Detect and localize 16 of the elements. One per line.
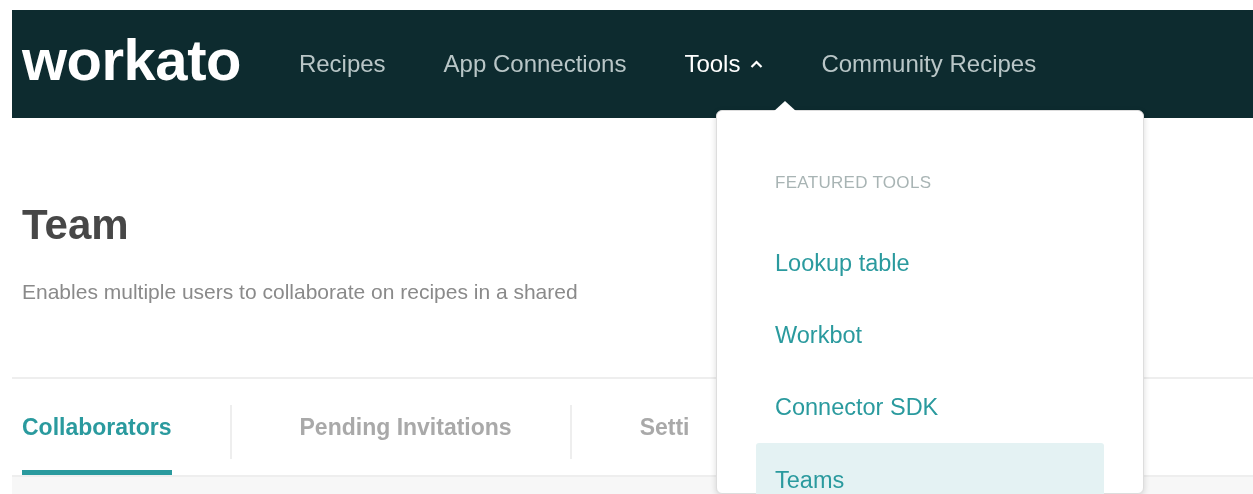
- menu-item[interactable]: Lookup table: [756, 227, 1104, 299]
- nav-link[interactable]: Tools: [684, 50, 764, 78]
- tab[interactable]: Setti: [629, 379, 690, 475]
- tab[interactable]: Collaborators: [12, 379, 172, 475]
- chevron-up-icon: [750, 60, 764, 68]
- menu-item[interactable]: Teams: [756, 443, 1104, 494]
- tab[interactable]: Pending Invitations: [289, 379, 512, 475]
- menu-item[interactable]: Connector SDK: [756, 371, 1104, 443]
- page-description: Enables multiple users to collaborate on recipes in a shared: [22, 279, 578, 305]
- menu-item[interactable]: Workbot: [756, 299, 1104, 371]
- nav-link[interactable]: Community Recipes: [821, 50, 1037, 78]
- logo[interactable]: workato: [22, 25, 241, 93]
- menu-heading: FEATURED TOOLS: [774, 173, 932, 194]
- nav-link[interactable]: Recipes: [298, 50, 386, 78]
- nav-link[interactable]: App Connections: [443, 50, 627, 78]
- page-title: Team: [22, 200, 129, 250]
